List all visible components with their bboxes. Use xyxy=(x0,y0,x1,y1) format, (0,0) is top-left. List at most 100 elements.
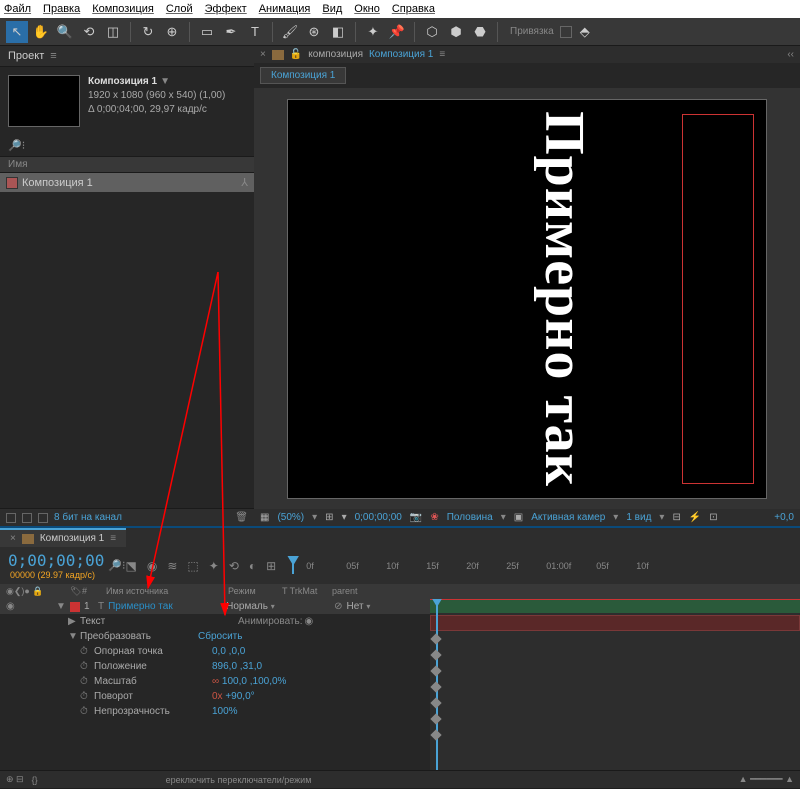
stopwatch-icon[interactable]: ⏱ xyxy=(80,646,94,657)
work-area-bar[interactable] xyxy=(430,599,800,613)
zoom-level[interactable]: (50%) xyxy=(277,512,304,523)
new-comp-icon[interactable] xyxy=(38,513,48,523)
expand-icon[interactable]: {} xyxy=(32,775,38,785)
channel-icon[interactable]: ❀ xyxy=(430,512,438,523)
view-count[interactable]: 1 вид xyxy=(626,512,651,523)
menu-window[interactable]: Окно xyxy=(354,3,380,15)
keyframe-marker[interactable] xyxy=(430,665,441,676)
stopwatch-icon[interactable]: ⏱ xyxy=(80,706,94,717)
keyframe-marker[interactable] xyxy=(430,713,441,724)
world-axis-tool[interactable]: ⬢ xyxy=(445,21,467,43)
zoom-tool[interactable]: 🔍 xyxy=(54,21,76,43)
orbit-tool[interactable]: ⟲ xyxy=(78,21,100,43)
panel-menu-icon[interactable]: ≡ xyxy=(439,49,445,60)
snap-magnet-icon[interactable]: ⬘ xyxy=(574,21,596,43)
rotation-value[interactable]: +90,0° xyxy=(225,691,254,702)
project-tab[interactable]: Проект≡ xyxy=(0,46,254,67)
opacity-prop[interactable]: ⏱ Непрозрачность 100% xyxy=(0,704,430,719)
flowchart-icon[interactable]: ⅄ xyxy=(241,176,248,189)
menu-edit[interactable]: Правка xyxy=(43,3,80,15)
text-group[interactable]: ▶ Текст Анимировать: ◉ xyxy=(0,614,430,629)
timeline-icon[interactable]: ⊡ xyxy=(709,512,717,523)
col-number[interactable]: # xyxy=(82,586,106,597)
camera-dropdown[interactable]: Активная камер xyxy=(531,512,605,523)
exposure[interactable]: +0,0 xyxy=(774,512,794,523)
col-trkmat[interactable]: T TrkMat xyxy=(282,586,332,597)
project-thumbnail[interactable] xyxy=(8,75,80,127)
menu-help[interactable]: Справка xyxy=(392,3,435,15)
time-ruler[interactable]: 0f 05f 10f 15f 20f 25f 01:00f 05f 10f xyxy=(292,558,792,574)
anchor-point-prop[interactable]: ⏱ Опорная точка 0,0 ,0,0 xyxy=(0,644,430,659)
keyframe-marker[interactable] xyxy=(430,729,441,740)
twirl-icon[interactable]: ▼ xyxy=(68,631,80,642)
brush-tool[interactable]: 🖌 xyxy=(279,21,301,43)
frame-blend-icon[interactable]: ⊞ xyxy=(266,559,276,573)
chevron-left-icon[interactable]: ‹‹ xyxy=(787,49,794,60)
close-icon[interactable]: × xyxy=(260,49,266,60)
text-layer-content[interactable]: Примерно так xyxy=(532,111,596,487)
label-color[interactable] xyxy=(70,602,80,612)
hand-tool[interactable]: ✋ xyxy=(30,21,52,43)
constrain-icon[interactable]: ∞ xyxy=(212,676,219,687)
layer-row[interactable]: ◉ ▼ 1 T Примерно так Нормаль ▾ ⊘ Нет ▾ xyxy=(0,599,430,614)
anchor-tool[interactable]: ⊕ xyxy=(161,21,183,43)
timeline-tracks[interactable] xyxy=(430,599,800,770)
rotation-prop[interactable]: ⏱ Поворот 0x +90,0° xyxy=(0,689,430,704)
local-axis-tool[interactable]: ⬡ xyxy=(421,21,443,43)
bit-depth[interactable]: 8 бит на канал xyxy=(54,512,122,523)
toggle-switches-icon[interactable]: ⊕ ⊟ xyxy=(6,774,24,785)
project-search[interactable]: 🔎⁝ xyxy=(0,135,254,156)
visibility-toggle[interactable]: ◉ xyxy=(6,601,18,612)
grid-icon[interactable]: ▾ xyxy=(342,512,347,523)
close-icon[interactable]: × xyxy=(10,533,16,544)
keyframe-marker[interactable] xyxy=(430,681,441,692)
scale-prop[interactable]: ⏱ Масштаб ∞ 100,0 ,100,0% xyxy=(0,674,430,689)
layer-name[interactable]: Примерно так xyxy=(108,601,226,612)
composition-canvas[interactable]: Примерно так xyxy=(287,99,767,499)
project-item-composition[interactable]: Композиция 1 ⅄ xyxy=(0,173,254,192)
menu-layer[interactable]: Слой xyxy=(166,3,193,15)
rect-tool[interactable]: ▭ xyxy=(196,21,218,43)
transform-group[interactable]: ▼ Преобразовать Сбросить xyxy=(0,629,430,644)
playhead[interactable] xyxy=(292,558,294,574)
view-axis-tool[interactable]: ⬣ xyxy=(469,21,491,43)
stamp-tool[interactable]: ⊛ xyxy=(303,21,325,43)
canvas-area[interactable]: Примерно так xyxy=(254,88,800,509)
viewer-time[interactable]: 0;00;00;00 xyxy=(355,512,402,523)
puppet-tool[interactable]: 📌 xyxy=(386,21,408,43)
roto-tool[interactable]: ✦ xyxy=(362,21,384,43)
panel-menu-icon[interactable]: ≡ xyxy=(50,50,56,62)
menu-view[interactable]: Вид xyxy=(322,3,342,15)
resolution-icon[interactable]: ⊞ xyxy=(325,512,333,523)
shy-icon[interactable]: ⟲ xyxy=(229,559,239,573)
current-time[interactable]: 0;00;00;00 xyxy=(8,551,104,570)
quality-dropdown[interactable]: Половина xyxy=(447,512,493,523)
rotate-tool[interactable]: ↻ xyxy=(137,21,159,43)
panel-menu-icon[interactable]: ≡ xyxy=(110,533,116,544)
scale-value[interactable]: 100,0 ,100,0% xyxy=(222,676,287,687)
toggle-switches-label[interactable]: ереключить переключатели/режим xyxy=(166,775,312,785)
brainstorm-icon[interactable]: ✦ xyxy=(209,559,219,573)
lock-icon[interactable]: 🔓 xyxy=(290,49,302,60)
position-prop[interactable]: ⏱ Положение 896,0 ,31,0 xyxy=(0,659,430,674)
fast-preview-icon[interactable]: ⚡ xyxy=(689,512,701,523)
pixel-aspect-icon[interactable]: ⊟ xyxy=(672,512,680,523)
layer-track-bar[interactable] xyxy=(430,615,800,631)
viewer-comp-link[interactable]: Композиция 1 xyxy=(369,49,433,60)
pen-tool[interactable]: ✒ xyxy=(220,21,242,43)
snapshot-icon[interactable]: 📷 xyxy=(410,512,422,523)
keyframe-marker[interactable] xyxy=(430,697,441,708)
keyframe-marker[interactable] xyxy=(430,649,441,660)
parent-dropdown[interactable]: Нет ▾ xyxy=(347,601,371,612)
eraser-tool[interactable]: ◧ xyxy=(327,21,349,43)
camera-tool[interactable]: ◫ xyxy=(102,21,124,43)
col-source[interactable]: Имя источника xyxy=(106,586,228,597)
search-icon[interactable]: 🔎⁝ xyxy=(108,559,125,572)
selection-tool[interactable]: ↖ xyxy=(6,21,28,43)
parent-link-icon[interactable]: ⊘ xyxy=(334,601,342,612)
dropdown-icon[interactable]: ▼ xyxy=(160,76,170,87)
text-layer-bounds[interactable] xyxy=(682,114,754,484)
opacity-value[interactable]: 100% xyxy=(212,706,238,717)
anchor-value[interactable]: 0,0 ,0,0 xyxy=(212,646,245,657)
3d-icon[interactable]: ◉ xyxy=(147,559,157,573)
